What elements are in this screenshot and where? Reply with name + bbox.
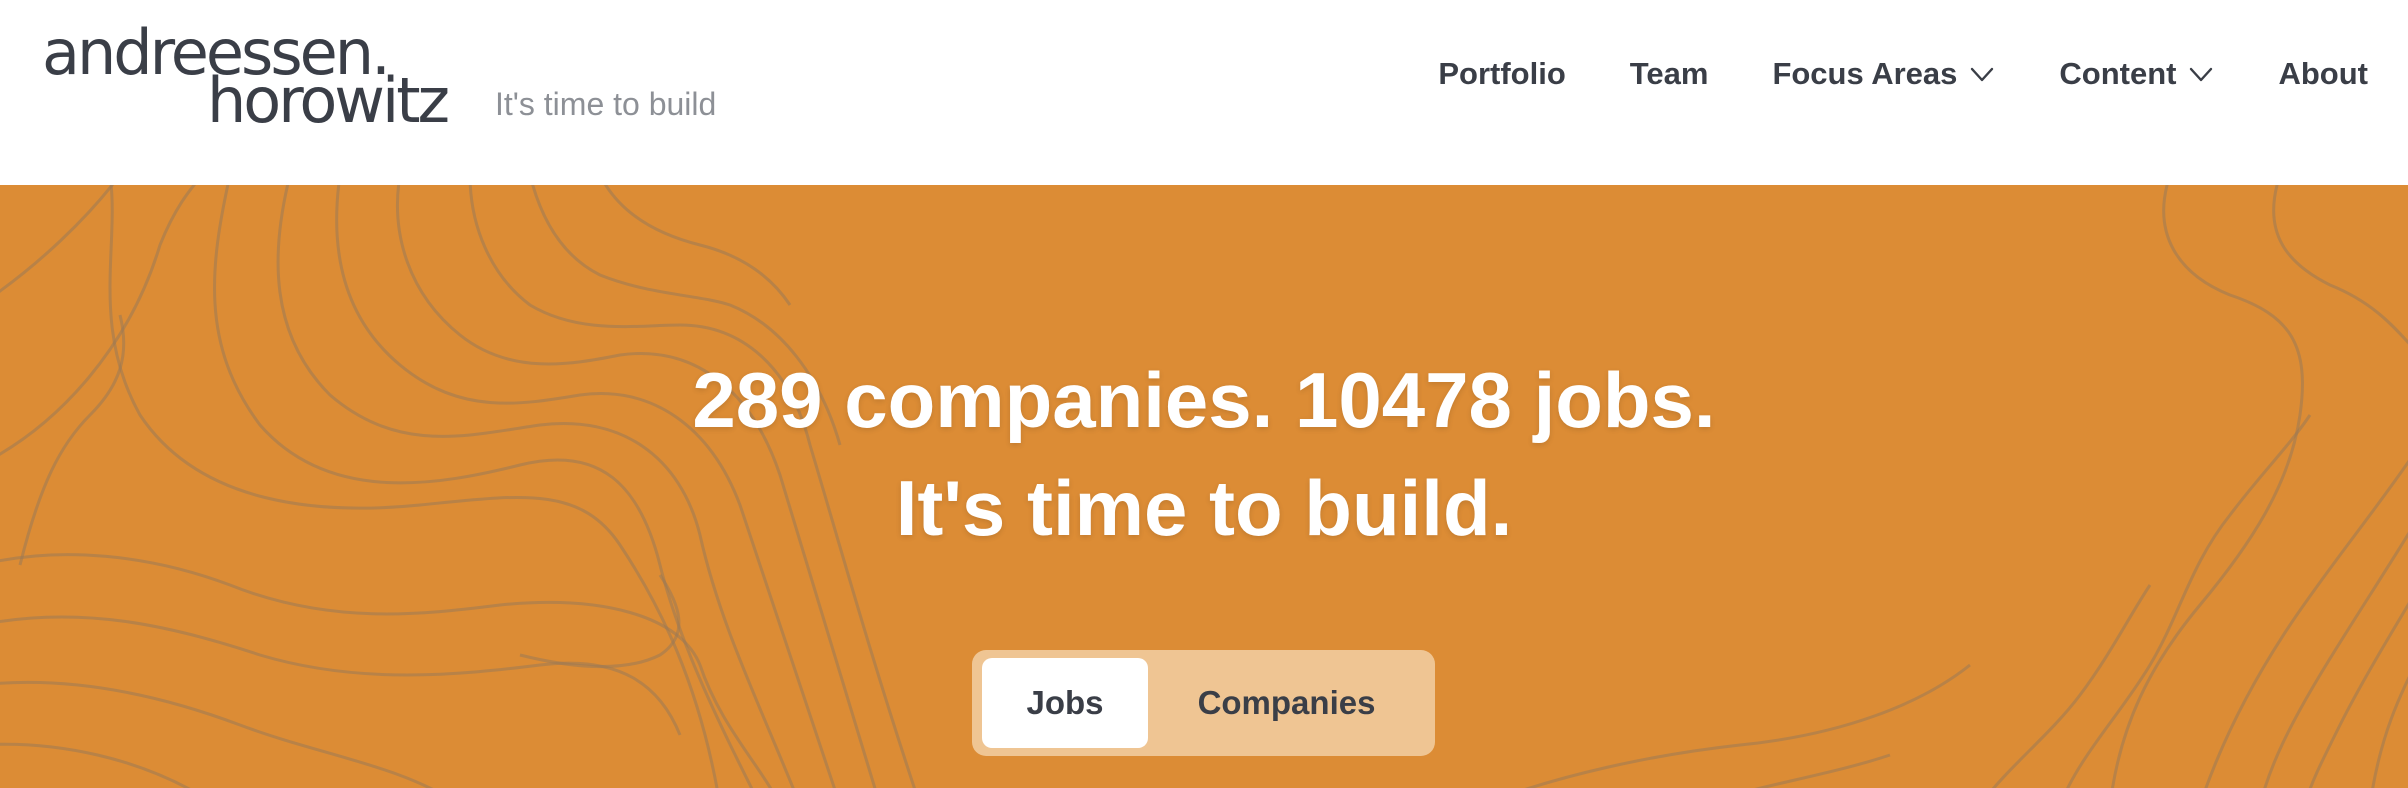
nav-item-label: Focus Areas [1772, 56, 1958, 91]
chevron-down-icon [1971, 67, 1994, 82]
jobs-tab-button[interactable]: Jobs [982, 658, 1148, 748]
nav-item-focus-areas[interactable]: Focus Areas [1772, 56, 1995, 92]
logo-text-line2: horowitz [207, 64, 450, 137]
nav-item-label: About [2278, 56, 2368, 91]
andreessen-horowitz-logo[interactable]: andreessen. horowitz [42, 22, 482, 132]
chevron-down-icon [2190, 67, 2213, 82]
site-header: andreessen. horowitz It's time to build … [0, 0, 2408, 185]
nav-item-label: Content [2059, 56, 2177, 91]
nav-item-about[interactable]: About [2278, 56, 2368, 92]
main-nav: Portfolio Team Focus Areas Content About [1438, 52, 2368, 96]
nav-item-label: Team [1629, 56, 1709, 91]
nav-item-portfolio[interactable]: Portfolio [1438, 56, 1565, 92]
companies-tab-button[interactable]: Companies [1148, 658, 1425, 748]
header-tagline: It's time to build [495, 86, 717, 122]
hero-headline-line2: It's time to build. [895, 464, 1513, 552]
hero-headline-line1: 289 companies. 10478 jobs. [692, 356, 1716, 444]
nav-item-content[interactable]: Content [2059, 56, 2214, 92]
nav-item-team[interactable]: Team [1630, 56, 1709, 92]
hero-banner: 289 companies. 10478 jobs. It's time to … [0, 185, 2408, 788]
nav-item-label: Portfolio [1438, 56, 1566, 91]
jobs-companies-toggle: Jobs Companies [972, 650, 1435, 756]
